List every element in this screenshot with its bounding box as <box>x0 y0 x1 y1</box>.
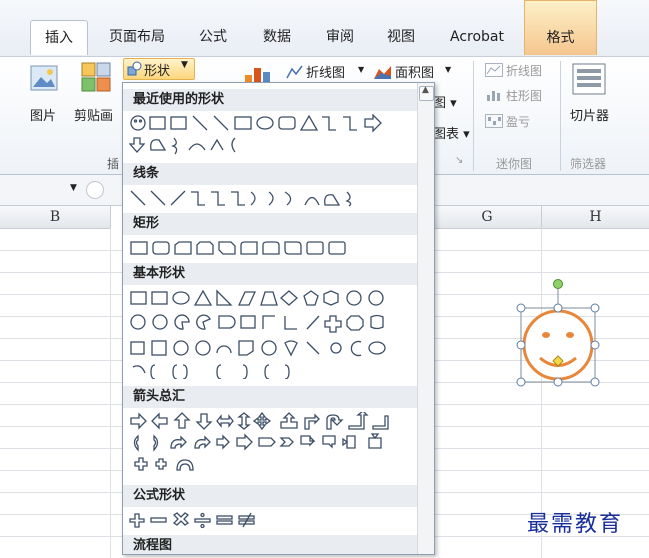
ribbon-tab-bar: 插入 页面布局 公式 数据 审阅 视图 Acrobat 格式 <box>0 0 649 57</box>
tab-formulas[interactable]: 公式 <box>188 20 238 54</box>
sparkline-column-icon[interactable] <box>485 88 503 102</box>
tab-page-layout[interactable]: 页面布局 <box>102 20 172 54</box>
chevron-down-icon[interactable]: ▼ <box>358 65 364 74</box>
sparkline-column-label[interactable]: 柱形图 <box>506 87 542 104</box>
chevron-down-icon: ▼ <box>181 60 188 70</box>
clipart-label[interactable]: 剪贴画 <box>74 105 113 124</box>
expand-icon[interactable] <box>86 181 104 199</box>
tab-format[interactable]: 格式 <box>524 0 597 55</box>
resize-handle[interactable] <box>590 377 600 387</box>
column-header-b[interactable]: B <box>0 206 111 229</box>
line-chart-label[interactable]: 折线图 <box>306 62 345 81</box>
shapes-button[interactable]: 形状 ▼ <box>123 58 195 80</box>
shapes-gallery-panel[interactable]: 最近使用的形状 线条 矩形 基本形状 箭头总汇 公式形状 流程图 ▲ <box>122 82 435 555</box>
picture-icon[interactable] <box>30 65 58 91</box>
resize-handle[interactable] <box>590 340 600 350</box>
filter-group-label: 筛选器 <box>570 157 607 171</box>
column-line <box>110 228 111 558</box>
other-charts-label[interactable]: 图表 ▾ <box>433 123 470 142</box>
chart-label-partial: 图 ▾ <box>433 96 457 111</box>
slicer-icon[interactable] <box>572 63 606 95</box>
area-chart-label[interactable]: 面积图 <box>395 62 434 81</box>
clipart-icon[interactable] <box>80 61 112 93</box>
section-basic-shapes: 基本形状 <box>123 263 427 285</box>
recent-shapes-row[interactable] <box>129 114 414 158</box>
block-arrows-grid[interactable] <box>129 412 414 478</box>
section-rectangles: 矩形 <box>123 213 427 235</box>
equation-shapes-row[interactable] <box>129 511 414 531</box>
shapes-icon <box>127 61 142 76</box>
rectangles-row[interactable] <box>129 239 414 259</box>
chevron-up-icon: ▲ <box>422 85 429 95</box>
tab-review[interactable]: 审阅 <box>315 20 365 54</box>
sparkline-line-label[interactable]: 折线图 <box>506 62 542 79</box>
column-header-h[interactable]: H <box>542 206 649 229</box>
area-chart-icon[interactable] <box>373 64 393 80</box>
name-box-dropdown-icon[interactable]: ▼ <box>70 183 77 193</box>
insert-group-label: 插 <box>107 157 120 171</box>
section-block-arrows: 箭头总汇 <box>123 386 427 408</box>
line-chart-icon[interactable] <box>286 64 304 80</box>
resize-handle[interactable] <box>516 340 526 350</box>
smiley-shape[interactable] <box>512 278 608 394</box>
resize-handle[interactable] <box>516 377 526 387</box>
watermark: 最需教育 <box>527 512 624 537</box>
basic-shapes-grid[interactable] <box>129 289 414 379</box>
slicer-label[interactable]: 切片器 <box>570 105 609 124</box>
panel-scrollbar[interactable]: ▲ <box>417 83 434 554</box>
scroll-up-button[interactable]: ▲ <box>419 85 434 101</box>
resize-handle[interactable] <box>553 377 563 387</box>
tab-view[interactable]: 视图 <box>376 20 426 54</box>
tab-insert[interactable]: 插入 <box>30 20 88 55</box>
tab-data[interactable]: 数据 <box>252 20 302 54</box>
section-lines: 线条 <box>123 163 427 185</box>
resize-handle[interactable] <box>590 303 600 313</box>
shapes-button-label: 形状 <box>144 64 171 79</box>
picture-label[interactable]: 图片 <box>30 105 56 124</box>
sparkline-group-label: 迷你图 <box>496 157 533 171</box>
sparkline-winloss-label[interactable]: 盈亏 <box>506 113 530 130</box>
divider <box>560 61 561 171</box>
dialog-launcher-icon[interactable]: ↘ <box>455 155 463 166</box>
resize-handle[interactable] <box>553 303 563 313</box>
sparkline-line-icon[interactable] <box>485 63 503 77</box>
chevron-down-icon[interactable]: ▼ <box>445 65 451 74</box>
column-header-g[interactable]: G <box>433 206 542 229</box>
tab-acrobat[interactable]: Acrobat <box>440 20 514 54</box>
divider <box>473 61 474 171</box>
rotation-handle[interactable] <box>553 279 563 289</box>
lines-row[interactable] <box>129 189 414 211</box>
section-flowchart: 流程图 <box>123 535 427 554</box>
section-recent-shapes: 最近使用的形状 <box>123 89 427 111</box>
sparkline-winloss-icon[interactable] <box>485 114 503 128</box>
resize-handle[interactable] <box>516 303 526 313</box>
section-equation-shapes: 公式形状 <box>123 485 427 507</box>
